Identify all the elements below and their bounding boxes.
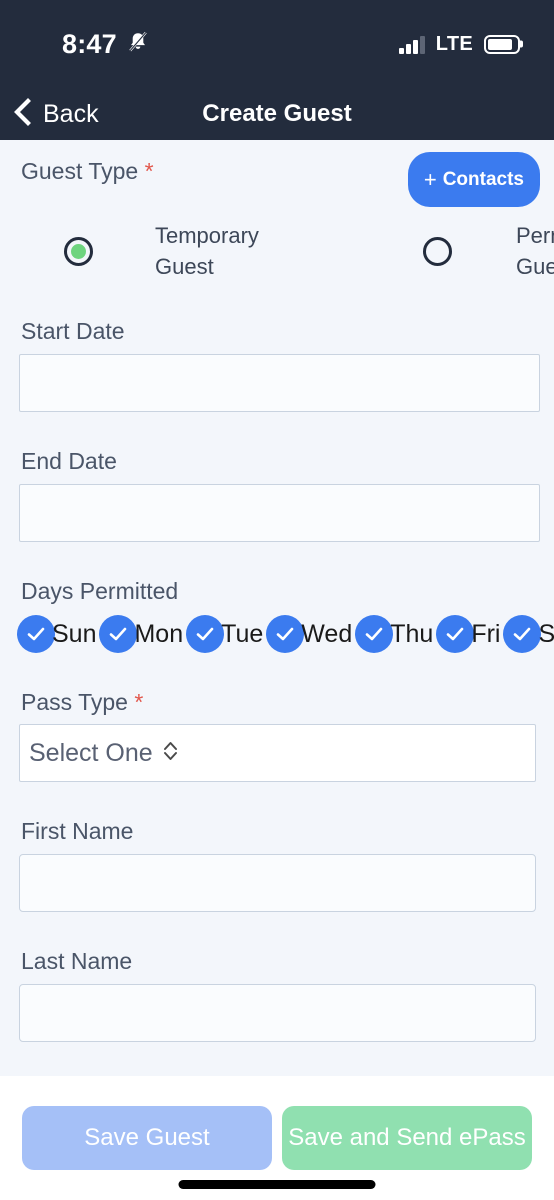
chevron-left-icon	[12, 97, 32, 132]
days-permitted-field: Days Permitted Sun Mon	[0, 578, 554, 653]
days-permitted-label: Days Permitted	[0, 578, 554, 605]
guest-type-options: Temporary Guest Permanent Guest	[0, 220, 554, 282]
phone-screen: 8:47 LTE	[0, 0, 554, 1200]
guest-type-required-marker: *	[145, 158, 154, 184]
check-icon	[99, 615, 137, 653]
back-button-label: Back	[43, 100, 99, 129]
guest-type-label: Guest Type *	[0, 158, 154, 185]
pass-type-label: Pass Type *	[0, 689, 554, 716]
create-guest-form: Guest Type * + Contacts Temporary Guest …	[0, 140, 554, 1076]
start-date-input[interactable]	[19, 354, 540, 412]
status-left-group: 8:47	[0, 29, 149, 60]
chevron-up-down-icon	[162, 739, 179, 768]
day-label-wed: Wed	[301, 620, 352, 649]
last-name-label: Last Name	[0, 948, 554, 975]
radio-option-permanent-guest[interactable]: Permanent Guest	[423, 220, 554, 282]
day-checkbox-tue[interactable]: Tue	[186, 615, 266, 653]
first-name-input[interactable]	[19, 854, 536, 912]
day-checkbox-thu[interactable]: Thu	[355, 615, 436, 653]
status-right-group: LTE	[399, 33, 520, 56]
add-contacts-button[interactable]: + Contacts	[408, 152, 540, 207]
first-name-field: First Name	[0, 818, 554, 912]
last-name-field: Last Name	[0, 948, 554, 1042]
day-checkbox-sun[interactable]: Sun	[17, 615, 99, 653]
pass-type-label-text: Pass Type	[21, 689, 128, 715]
check-icon	[355, 615, 393, 653]
pass-type-selected-value: Select One	[29, 739, 153, 768]
nav-bar: Back Create Guest	[0, 88, 554, 140]
pass-type-select[interactable]: Select One	[19, 724, 536, 782]
radio-temporary-guest-icon[interactable]	[64, 237, 93, 266]
radio-option-temporary-guest[interactable]: Temporary Guest	[64, 220, 270, 282]
day-label-sun: Sun	[52, 620, 96, 649]
last-name-input[interactable]	[19, 984, 536, 1042]
save-guest-button[interactable]: Save Guest	[22, 1106, 272, 1170]
end-date-label: End Date	[0, 448, 554, 475]
day-label-sat: Sat	[538, 620, 554, 649]
battery-icon	[484, 35, 520, 54]
day-label-fri: Fri	[471, 620, 500, 649]
status-bar: 8:47 LTE	[0, 0, 554, 88]
home-indicator	[179, 1180, 376, 1189]
first-name-label: First Name	[0, 818, 554, 845]
guest-type-section: Guest Type * + Contacts	[0, 158, 554, 207]
pass-type-required-marker: *	[134, 689, 143, 715]
guest-type-label-text: Guest Type	[21, 158, 138, 184]
radio-option-temporary-guest-label: Temporary Guest	[155, 220, 270, 282]
day-checkbox-sat[interactable]: Sat	[503, 615, 554, 653]
save-and-send-epass-button[interactable]: Save and Send ePass	[282, 1106, 532, 1170]
end-date-field: End Date	[0, 448, 554, 542]
day-label-thu: Thu	[390, 620, 433, 649]
radio-permanent-guest-icon[interactable]	[423, 237, 452, 266]
day-checkbox-fri[interactable]: Fri	[436, 615, 503, 653]
start-date-field: Start Date	[0, 318, 554, 412]
day-checkbox-wed[interactable]: Wed	[266, 615, 355, 653]
back-button[interactable]: Back	[0, 97, 99, 132]
check-icon	[17, 615, 55, 653]
add-contacts-button-label: Contacts	[443, 169, 524, 191]
status-clock: 8:47	[62, 29, 117, 60]
plus-icon: +	[424, 169, 437, 191]
network-type-label: LTE	[436, 33, 473, 56]
pass-type-field: Pass Type * Select One	[0, 689, 554, 782]
start-date-label: Start Date	[0, 318, 554, 345]
signal-bars-icon	[399, 34, 425, 54]
check-icon	[436, 615, 474, 653]
check-icon	[503, 615, 541, 653]
end-date-input[interactable]	[19, 484, 540, 542]
check-icon	[266, 615, 304, 653]
day-label-tue: Tue	[221, 620, 263, 649]
day-label-mon: Mon	[134, 620, 183, 649]
radio-option-permanent-guest-label: Permanent Guest	[516, 220, 554, 282]
bell-muted-icon	[127, 30, 149, 59]
day-checkbox-mon[interactable]: Mon	[99, 615, 186, 653]
days-permitted-options: Sun Mon Tue	[0, 615, 554, 653]
check-icon	[186, 615, 224, 653]
